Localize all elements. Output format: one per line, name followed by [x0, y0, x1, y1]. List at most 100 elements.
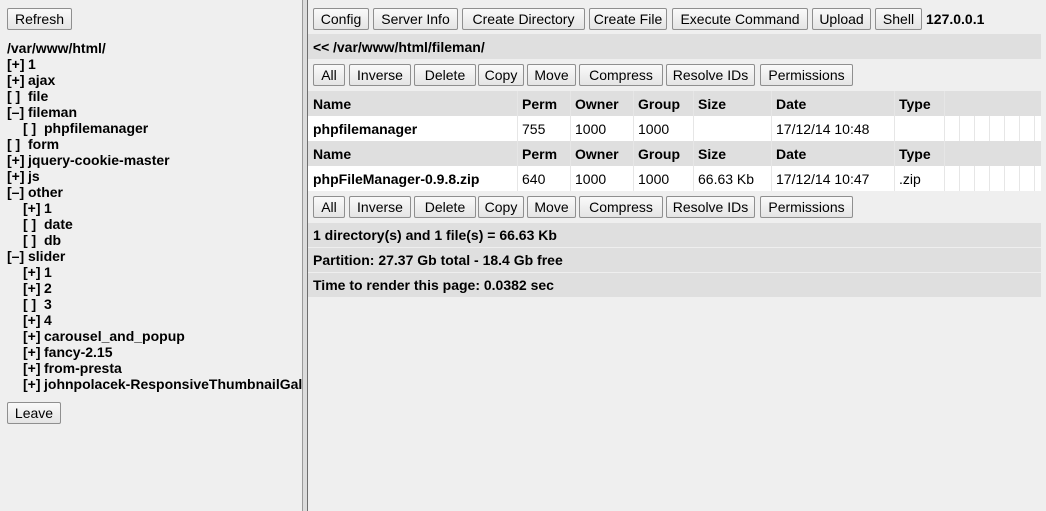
tree-item-other[interactable]: [–] other	[7, 184, 63, 200]
column-header-owner[interactable]: Owner	[575, 146, 619, 162]
tree-item-label[interactable]: date	[44, 216, 73, 232]
up-directory-link[interactable]: <<	[313, 39, 329, 55]
tree-item-jquery-cookie-master[interactable]: [+] jquery-cookie-master	[7, 152, 170, 168]
tree-item-phpfilemanager[interactable]: [ ] phpfilemanager	[23, 120, 148, 136]
copy-button[interactable]: Copy	[478, 196, 524, 218]
tree-item-fancy[interactable]: [+] fancy-2.15	[23, 344, 112, 360]
column-header-name[interactable]: Name	[313, 96, 351, 112]
tree-item-label[interactable]: phpfilemanager	[44, 120, 148, 136]
perm-cell[interactable]: 755	[522, 121, 545, 137]
column-header-group[interactable]: Group	[638, 96, 680, 112]
permissions-button[interactable]: Permissions	[760, 196, 853, 218]
column-header-perm[interactable]: Perm	[522, 146, 557, 162]
column-header-size[interactable]: Size	[698, 146, 726, 162]
tree-item-johnpolacek[interactable]: [+] johnpolacek-ResponsiveThumbnailGaller…	[23, 376, 302, 392]
tree-marker[interactable]: [+]	[7, 72, 28, 88]
select-all-button[interactable]: All	[313, 196, 345, 218]
tree-marker[interactable]: [ ]	[7, 88, 28, 104]
delete-button[interactable]: Delete	[414, 196, 476, 218]
tree-item-label[interactable]: 3	[44, 296, 52, 312]
tree-item-carousel-and-popup[interactable]: [+] carousel_and_popup	[23, 328, 185, 344]
compress-button[interactable]: Compress	[579, 196, 663, 218]
config-button[interactable]: Config	[313, 8, 369, 30]
tree-item-label[interactable]: slider	[28, 248, 65, 264]
refresh-button[interactable]: Refresh	[7, 8, 72, 30]
copy-button[interactable]: Copy	[478, 64, 524, 86]
tree-marker[interactable]: [+]	[23, 280, 44, 296]
column-header-name[interactable]: Name	[313, 146, 351, 162]
tree-marker[interactable]: [ ]	[23, 296, 44, 312]
permissions-button[interactable]: Permissions	[760, 64, 853, 86]
tree-item-label[interactable]: 1	[44, 200, 52, 216]
move-button[interactable]: Move	[527, 196, 576, 218]
tree-item-1[interactable]: [+] 1	[7, 56, 36, 72]
tree-item-label[interactable]: jquery-cookie-master	[28, 152, 170, 168]
tree-item-label[interactable]: fileman	[28, 104, 77, 120]
tree-marker[interactable]: [ ]	[23, 232, 44, 248]
tree-item-label[interactable]: other	[28, 184, 63, 200]
tree-item-label[interactable]: file	[28, 88, 48, 104]
tree-marker[interactable]: [–]	[7, 104, 28, 120]
column-header-type[interactable]: Type	[899, 96, 931, 112]
tree-item-db[interactable]: [ ] db	[23, 232, 61, 248]
tree-marker[interactable]: [+]	[23, 200, 44, 216]
tree-item-label[interactable]: 1	[28, 56, 36, 72]
tree-item-label[interactable]: fancy-2.15	[44, 344, 112, 360]
column-header-group[interactable]: Group	[638, 146, 680, 162]
create-directory-button[interactable]: Create Directory	[462, 8, 585, 30]
tree-item-slider[interactable]: [–] slider	[7, 248, 65, 264]
server-info-button[interactable]: Server Info	[373, 8, 458, 30]
tree-item-slider-4[interactable]: [+] 4	[23, 312, 52, 328]
tree-marker[interactable]: [–]	[7, 248, 28, 264]
table-row[interactable]: phpFileManager-0.9.8.zip 640 1000 1000 6…	[308, 166, 1041, 191]
directory-name-link[interactable]: phpfilemanager	[313, 121, 417, 137]
perm-cell[interactable]: 640	[522, 171, 545, 187]
tree-marker[interactable]: [ ]	[7, 136, 28, 152]
tree-item-label[interactable]: johnpolacek-ResponsiveThumbnailGallery	[44, 376, 302, 392]
column-header-perm[interactable]: Perm	[522, 96, 557, 112]
tree-item-label[interactable]: carousel_and_popup	[44, 328, 185, 344]
tree-marker[interactable]: [+]	[23, 328, 44, 344]
leave-button[interactable]: Leave	[7, 402, 61, 424]
tree-item-label[interactable]: js	[28, 168, 40, 184]
tree-item-fileman[interactable]: [–] fileman	[7, 104, 77, 120]
tree-item-label[interactable]: ajax	[28, 72, 55, 88]
inverse-selection-button[interactable]: Inverse	[349, 64, 411, 86]
create-file-button[interactable]: Create File	[589, 8, 667, 30]
tree-item-slider-1[interactable]: [+] 1	[23, 264, 52, 280]
tree-marker[interactable]: [+]	[23, 376, 44, 392]
tree-marker[interactable]: [+]	[23, 264, 44, 280]
tree-item-label[interactable]: 1	[44, 264, 52, 280]
tree-marker[interactable]: [–]	[7, 184, 28, 200]
tree-item-label[interactable]: form	[28, 136, 59, 152]
tree-marker[interactable]: [+]	[23, 360, 44, 376]
tree-item-ajax[interactable]: [+] ajax	[7, 72, 55, 88]
tree-item-label[interactable]: from-presta	[44, 360, 122, 376]
execute-command-button[interactable]: Execute Command	[672, 8, 808, 30]
move-button[interactable]: Move	[527, 64, 576, 86]
shell-button[interactable]: Shell	[875, 8, 922, 30]
tree-marker[interactable]: [+]	[7, 168, 28, 184]
column-header-type[interactable]: Type	[899, 146, 931, 162]
tree-marker[interactable]: [+]	[23, 312, 44, 328]
tree-item-form[interactable]: [ ] form	[7, 136, 59, 152]
tree-item-label[interactable]: 4	[44, 312, 52, 328]
file-name-link[interactable]: phpFileManager-0.9.8.zip	[313, 171, 479, 187]
tree-item-other-1[interactable]: [+] 1	[23, 200, 52, 216]
inverse-selection-button[interactable]: Inverse	[349, 196, 411, 218]
upload-button[interactable]: Upload	[812, 8, 871, 30]
tree-marker[interactable]: [+]	[7, 56, 28, 72]
compress-button[interactable]: Compress	[579, 64, 663, 86]
tree-item-slider-3[interactable]: [ ] 3	[23, 296, 52, 312]
select-all-button[interactable]: All	[313, 64, 345, 86]
tree-item-slider-2[interactable]: [+] 2	[23, 280, 52, 296]
column-header-size[interactable]: Size	[698, 96, 726, 112]
tree-item-from-presta[interactable]: [+] from-presta	[23, 360, 122, 376]
tree-item-date[interactable]: [ ] date	[23, 216, 73, 232]
tree-marker[interactable]: [ ]	[23, 120, 44, 136]
tree-item-label[interactable]: 2	[44, 280, 52, 296]
tree-item-label[interactable]: db	[44, 232, 61, 248]
column-header-owner[interactable]: Owner	[575, 96, 619, 112]
delete-button[interactable]: Delete	[414, 64, 476, 86]
current-path[interactable]: /var/www/html/fileman/	[333, 39, 485, 55]
